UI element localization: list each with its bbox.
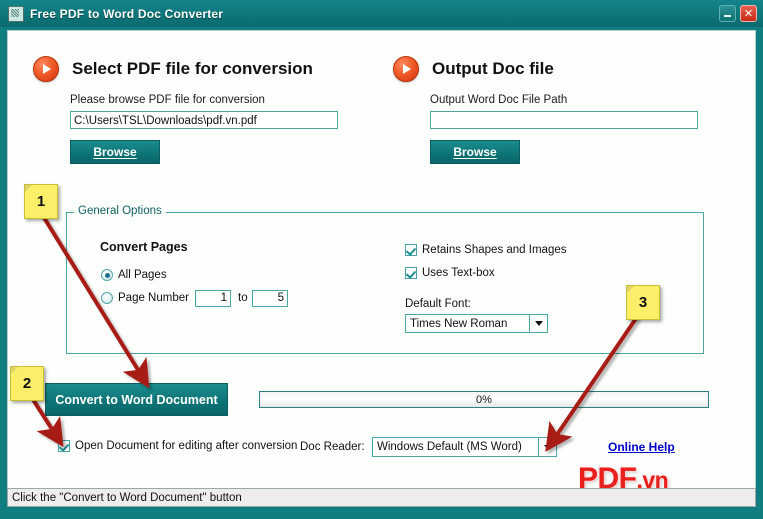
app-icon xyxy=(8,5,24,22)
output-doc-title: Output Doc file xyxy=(432,59,554,78)
general-options-group xyxy=(66,212,704,354)
page-to-input[interactable]: 5 xyxy=(252,290,288,307)
output-doc-subtitle: Output Word Doc File Path xyxy=(430,94,568,106)
chevron-down-icon[interactable] xyxy=(538,438,556,456)
convert-button-label: Convert to Word Document xyxy=(55,392,218,407)
output-doc-section: Output Doc file Output Word Doc File Pat… xyxy=(393,56,723,164)
checkbox-retains-shapes[interactable]: Retains Shapes and Images xyxy=(405,244,566,256)
pdf-path-input[interactable]: C:\Users\TSL\Downloads\pdf.vn.pdf xyxy=(70,111,338,129)
page-from-input[interactable]: 1 xyxy=(195,290,231,307)
minimize-icon xyxy=(724,15,731,17)
orange-play-bullet-icon xyxy=(393,56,419,82)
chevron-down-icon[interactable] xyxy=(529,315,547,332)
title-bar: Free PDF to Word Doc Converter ✕ xyxy=(0,0,763,27)
doc-reader-value: Windows Default (MS Word) xyxy=(377,441,522,453)
close-button[interactable]: ✕ xyxy=(740,5,757,22)
select-pdf-heading: Select PDF file for conversion xyxy=(33,56,373,82)
browse-output-label: Browse xyxy=(453,145,497,159)
checkbox-uses-textbox-icon xyxy=(405,267,417,279)
progress-percent-label: 0% xyxy=(476,393,492,406)
open-document-checkbox-icon xyxy=(58,440,70,452)
checkbox-retains-shapes-icon xyxy=(405,244,417,256)
conversion-progress-bar: 0% xyxy=(259,391,709,408)
annotation-note-2: 2 xyxy=(10,366,44,401)
general-options-label: General Options xyxy=(74,205,166,217)
output-doc-heading: Output Doc file xyxy=(393,56,723,82)
status-bar: Click the "Convert to Word Document" but… xyxy=(7,488,756,507)
doc-reader-label: Doc Reader: xyxy=(300,441,365,453)
close-icon: ✕ xyxy=(743,7,754,20)
browse-output-button[interactable]: Browse xyxy=(430,140,520,164)
checkbox-uses-textbox-label: Uses Text-box xyxy=(422,267,495,279)
minimize-button[interactable] xyxy=(719,5,736,22)
radio-page-number-label: Page Number xyxy=(118,292,189,304)
window-title: Free PDF to Word Doc Converter xyxy=(30,6,224,21)
select-pdf-section: Select PDF file for conversion Please br… xyxy=(33,56,373,164)
radio-all-pages-icon xyxy=(101,269,113,281)
orange-play-bullet-icon xyxy=(33,56,59,82)
window-controls: ✕ xyxy=(719,5,757,22)
convert-pages-heading: Convert Pages xyxy=(100,240,188,254)
status-bar-text: Click the "Convert to Word Document" but… xyxy=(12,491,242,504)
radio-all-pages-label: All Pages xyxy=(118,269,167,281)
browse-pdf-label: Browse xyxy=(93,145,137,159)
select-pdf-subtitle: Please browse PDF file for conversion xyxy=(70,94,265,106)
doc-reader-dropdown[interactable]: Windows Default (MS Word) xyxy=(372,437,557,457)
open-document-checkbox[interactable]: Open Document for editing after conversi… xyxy=(58,440,297,452)
select-pdf-title: Select PDF file for conversion xyxy=(72,59,313,78)
open-document-label: Open Document for editing after conversi… xyxy=(75,440,298,452)
output-path-input[interactable] xyxy=(430,111,698,129)
radio-page-number-icon xyxy=(101,292,113,304)
default-font-label: Default Font: xyxy=(405,298,471,310)
application-window: Free PDF to Word Doc Converter ✕ Select … xyxy=(0,0,763,519)
convert-to-word-document-button[interactable]: Convert to Word Document xyxy=(45,383,228,416)
default-font-dropdown[interactable]: Times New Roman xyxy=(405,314,548,333)
browse-pdf-button[interactable]: Browse xyxy=(70,140,160,164)
annotation-note-3: 3 xyxy=(626,285,660,320)
annotation-note-1: 1 xyxy=(24,184,58,219)
page-range-to-label: to xyxy=(238,292,248,304)
default-font-value: Times New Roman xyxy=(410,318,508,330)
checkbox-retains-shapes-label: Retains Shapes and Images xyxy=(422,244,567,256)
checkbox-uses-textbox[interactable]: Uses Text-box xyxy=(405,267,495,279)
online-help-link[interactable]: Online Help xyxy=(608,440,675,454)
radio-all-pages[interactable]: All Pages xyxy=(101,269,167,281)
radio-page-number[interactable]: Page Number xyxy=(101,292,189,304)
